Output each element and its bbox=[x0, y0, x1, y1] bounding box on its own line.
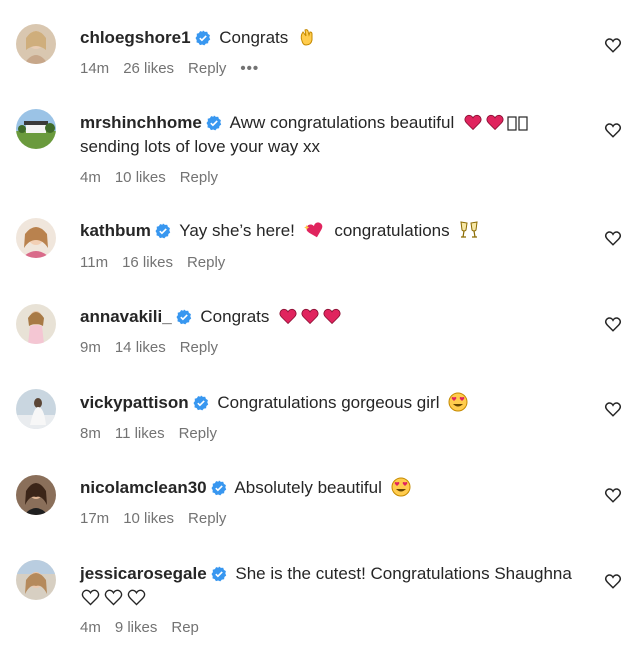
username[interactable]: nicolamclean30 bbox=[80, 478, 207, 497]
avatar[interactable] bbox=[16, 24, 56, 64]
verified-badge-icon bbox=[206, 115, 222, 131]
comment-time: 17m bbox=[80, 510, 110, 527]
comment-body: Absolutely beautiful bbox=[234, 478, 382, 497]
reply-button[interactable]: Reply bbox=[187, 254, 225, 271]
like-heart-icon[interactable] bbox=[604, 572, 622, 590]
verified-badge-icon bbox=[195, 30, 210, 46]
placeholder-box-icon bbox=[518, 116, 528, 131]
clapping-hands-icon bbox=[300, 29, 313, 46]
like-count[interactable]: 10 likes bbox=[123, 510, 174, 527]
comment-text: mrshinchhome Aww congratulations beautif… bbox=[80, 111, 590, 159]
comment-meta: 4m 10 likes Reply bbox=[80, 168, 232, 188]
like-heart-icon[interactable] bbox=[604, 315, 622, 333]
reply-button[interactable]: Reply bbox=[180, 169, 218, 186]
red-heart-icon bbox=[323, 308, 341, 325]
white-heart-icon bbox=[81, 589, 100, 606]
username[interactable]: chloegshore1 bbox=[80, 28, 191, 47]
reply-button[interactable]: Rep bbox=[171, 619, 199, 636]
reply-button[interactable]: Reply bbox=[179, 425, 217, 442]
username[interactable]: kathbum bbox=[80, 221, 151, 240]
comment-text: vickypattison Congratulations gorgeous g… bbox=[80, 391, 590, 415]
comment-time: 11m bbox=[80, 254, 109, 271]
comment-body: She is the cutest! Congratulations Shaug… bbox=[235, 564, 572, 583]
like-count[interactable]: 14 likes bbox=[115, 339, 166, 356]
heart-eyes-face-icon bbox=[448, 392, 468, 412]
white-heart-icon bbox=[104, 589, 123, 606]
avatar[interactable] bbox=[16, 475, 56, 515]
comment-meta: 11m 16 likes Reply bbox=[80, 253, 239, 273]
clinking-glasses-icon bbox=[460, 221, 478, 238]
like-heart-icon[interactable] bbox=[604, 486, 622, 504]
like-count[interactable]: 9 likes bbox=[115, 619, 158, 636]
reply-button[interactable]: Reply bbox=[188, 510, 226, 527]
verified-badge-icon bbox=[211, 566, 226, 582]
heart-eyes-face-icon bbox=[391, 477, 411, 497]
verified-badge-icon bbox=[193, 395, 208, 411]
red-heart-icon bbox=[486, 114, 504, 131]
red-heart-icon bbox=[279, 308, 297, 325]
comment-body-continued: sending lots of love your way xx bbox=[80, 137, 321, 156]
like-count[interactable]: 11 likes bbox=[115, 425, 165, 442]
like-heart-icon[interactable] bbox=[604, 121, 622, 139]
comment-time: 8m bbox=[80, 425, 101, 442]
avatar[interactable] bbox=[16, 304, 56, 344]
comment-body: Congrats bbox=[219, 28, 289, 47]
comment-body-after: congratulations bbox=[334, 221, 450, 240]
verified-badge-icon bbox=[155, 223, 171, 239]
verified-badge-icon bbox=[176, 309, 191, 325]
comment-text: kathbum Yay she’s here! congratulations bbox=[80, 219, 590, 243]
comment-body: Congratulations gorgeous girl bbox=[217, 393, 440, 412]
avatar[interactable] bbox=[16, 109, 56, 149]
verified-badge-icon bbox=[211, 480, 226, 496]
comment-time: 9m bbox=[80, 339, 101, 356]
comment-body: Congrats bbox=[200, 307, 270, 326]
like-count[interactable]: 10 likes bbox=[115, 169, 166, 186]
comment-body: Aww congratulations beautiful bbox=[229, 113, 455, 132]
avatar[interactable] bbox=[16, 218, 56, 258]
username[interactable]: mrshinchhome bbox=[80, 113, 202, 132]
comment-text: jessicarosegale She is the cutest! Congr… bbox=[80, 562, 590, 610]
comment-time: 4m bbox=[80, 619, 101, 636]
comment-body: Yay she’s here! bbox=[179, 221, 295, 240]
comment-text: chloegshore1 Congrats bbox=[80, 26, 590, 50]
like-count[interactable]: 16 likes bbox=[122, 254, 173, 271]
sparkling-heart-icon bbox=[303, 222, 322, 238]
avatar[interactable] bbox=[16, 389, 56, 429]
placeholder-box-icon bbox=[507, 116, 517, 131]
reply-button[interactable]: Reply bbox=[180, 339, 218, 356]
white-heart-icon bbox=[127, 589, 146, 606]
comment-meta: 9m 14 likes Reply bbox=[80, 338, 232, 358]
comment-meta: 4m 9 likes Rep bbox=[80, 618, 213, 638]
comment-time: 14m bbox=[80, 60, 110, 77]
red-heart-icon bbox=[301, 308, 319, 325]
comment-meta: 14m 26 likes Reply ••• bbox=[80, 59, 273, 79]
like-heart-icon[interactable] bbox=[604, 36, 622, 54]
like-heart-icon[interactable] bbox=[604, 229, 622, 247]
comment-meta: 17m 10 likes Reply bbox=[80, 509, 240, 529]
username[interactable]: annavakili_ bbox=[80, 307, 172, 326]
comment-text: nicolamclean30 Absolutely beautiful bbox=[80, 476, 590, 500]
red-heart-icon bbox=[464, 114, 482, 131]
more-options-button[interactable]: ••• bbox=[240, 60, 259, 77]
avatar[interactable] bbox=[16, 560, 56, 600]
like-heart-icon[interactable] bbox=[604, 400, 622, 418]
comment-time: 4m bbox=[80, 169, 101, 186]
username[interactable]: jessicarosegale bbox=[80, 564, 207, 583]
like-count[interactable]: 26 likes bbox=[123, 60, 174, 77]
comment-text: annavakili_ Congrats bbox=[80, 305, 590, 329]
reply-button[interactable]: Reply bbox=[188, 60, 226, 77]
username[interactable]: vickypattison bbox=[80, 393, 189, 412]
comment-meta: 8m 11 likes Reply bbox=[80, 424, 231, 444]
